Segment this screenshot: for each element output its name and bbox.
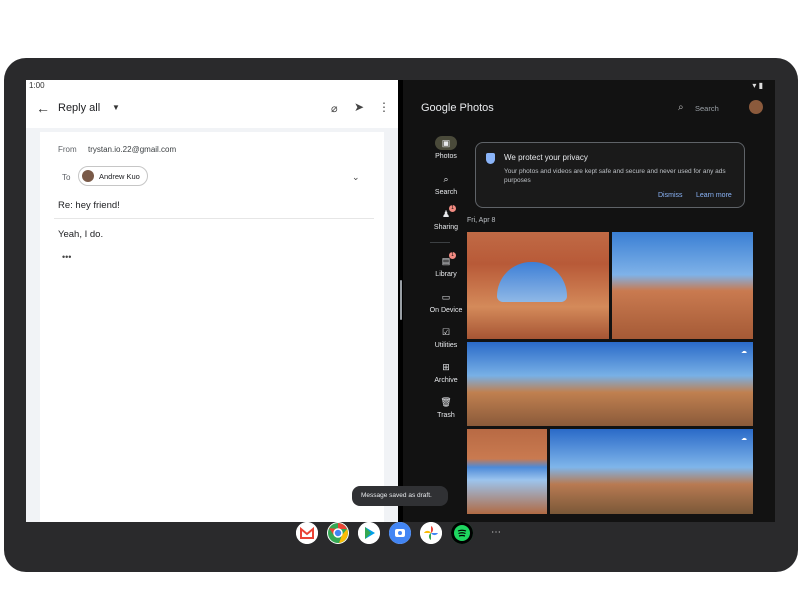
- play-store-icon[interactable]: [358, 522, 380, 544]
- privacy-body: Your photos and videos are kept safe and…: [504, 168, 726, 184]
- avatar: [82, 170, 94, 182]
- photo-thumbnail-arch[interactable]: [467, 232, 609, 339]
- camera-icon[interactable]: [389, 522, 411, 544]
- photo-thumbnail-panorama[interactable]: ☁: [467, 342, 753, 426]
- arrow-left-icon[interactable]: ←: [36, 100, 50, 116]
- app-dock: ⋯: [26, 522, 775, 552]
- nav-photos[interactable]: ▣ Photos: [428, 136, 464, 160]
- reply-all-title[interactable]: Reply all: [58, 102, 100, 114]
- gmail-toolbar: 1:00 ← Reply all ▼ ⌀ ➤ ⋮: [26, 80, 398, 128]
- nav-library[interactable]: ▤ 1 Library: [428, 252, 464, 278]
- library-badge: 1: [449, 252, 456, 259]
- from-label: From: [58, 145, 77, 154]
- archive-icon: ⊞: [442, 362, 450, 372]
- sharing-badge: 1: [449, 205, 456, 212]
- trash-icon: 🗑: [440, 397, 452, 407]
- chevron-down-icon[interactable]: ⌄: [352, 172, 360, 183]
- nav-trash[interactable]: 🗑 Trash: [428, 395, 464, 419]
- nav-divider: [430, 242, 450, 243]
- folder-icon: ▭: [441, 292, 451, 302]
- to-label: To: [62, 173, 71, 182]
- tablet-screen: 1:00 ← Reply all ▼ ⌀ ➤ ⋮ From trystan.io…: [26, 80, 775, 522]
- divider: [54, 218, 374, 219]
- attach-icon[interactable]: ⌀: [331, 102, 338, 115]
- search-icon[interactable]: ⌕: [678, 102, 684, 113]
- photo-icon: ▣: [435, 136, 457, 150]
- app-drawer-icon[interactable]: ⋯: [485, 522, 507, 544]
- search-icon: ⌕: [443, 174, 449, 184]
- privacy-title: We protect your privacy: [504, 153, 588, 162]
- body-field[interactable]: Yeah, I do.: [58, 229, 103, 240]
- avatar[interactable]: [749, 100, 763, 114]
- dismiss-button[interactable]: Dismiss: [658, 192, 683, 199]
- send-icon[interactable]: ➤: [354, 100, 364, 114]
- date-header: Fri, Apr 8: [467, 217, 496, 224]
- photo-thumbnail-hiker[interactable]: [612, 232, 753, 339]
- cloud-icon: ☁: [741, 436, 747, 442]
- status-time: 1:00: [29, 81, 45, 90]
- snackbar-text: Message saved as draft.: [361, 492, 432, 499]
- nav-archive[interactable]: ⊞ Archive: [428, 360, 464, 384]
- shield-icon: [486, 153, 495, 164]
- more-vert-icon[interactable]: ⋮: [378, 100, 390, 114]
- status-icons: ▾ ▮: [752, 81, 763, 90]
- from-field[interactable]: trystan.io.22@gmail.com: [88, 145, 176, 154]
- compose-card: From trystan.io.22@gmail.com To Andrew K…: [40, 132, 384, 522]
- photos-icon[interactable]: [420, 522, 442, 544]
- nav-utilities[interactable]: ☑ Utilities: [428, 325, 464, 349]
- search-input[interactable]: Search: [695, 104, 719, 113]
- utilities-icon: ☑: [441, 327, 451, 337]
- recipient-chip[interactable]: Andrew Kuo: [78, 166, 148, 186]
- spotify-icon[interactable]: [451, 522, 473, 544]
- nav-search[interactable]: ⌕ Search: [428, 172, 464, 196]
- cloud-icon: ☁: [741, 349, 747, 355]
- snackbar: Message saved as draft.: [352, 486, 448, 506]
- privacy-card: We protect your privacy Your photos and …: [475, 142, 745, 208]
- subject-field[interactable]: Re: hey friend!: [58, 200, 120, 211]
- nav-sharing[interactable]: ♟ 1 Sharing: [428, 205, 464, 231]
- split-handle[interactable]: [400, 280, 402, 320]
- gmail-icon[interactable]: [296, 522, 318, 544]
- nav-on-device[interactable]: ▭ On Device: [428, 290, 464, 314]
- google-photos-logo: Google Photos: [421, 102, 494, 114]
- show-quoted-button[interactable]: •••: [62, 252, 71, 262]
- chevron-down-icon[interactable]: ▼: [112, 103, 120, 112]
- photo-thumbnail-arch-2[interactable]: [467, 429, 547, 514]
- chrome-icon[interactable]: [327, 522, 349, 544]
- photo-thumbnail-canyon[interactable]: ☁: [550, 429, 753, 514]
- gmail-pane: 1:00 ← Reply all ▼ ⌀ ➤ ⋮ From trystan.io…: [26, 80, 398, 522]
- photos-pane: ▾ ▮ Google Photos ⌕ Search ▣ Photos ⌕ Se…: [403, 80, 775, 522]
- recipient-name: Andrew Kuo: [99, 172, 140, 181]
- learn-more-button[interactable]: Learn more: [696, 192, 732, 199]
